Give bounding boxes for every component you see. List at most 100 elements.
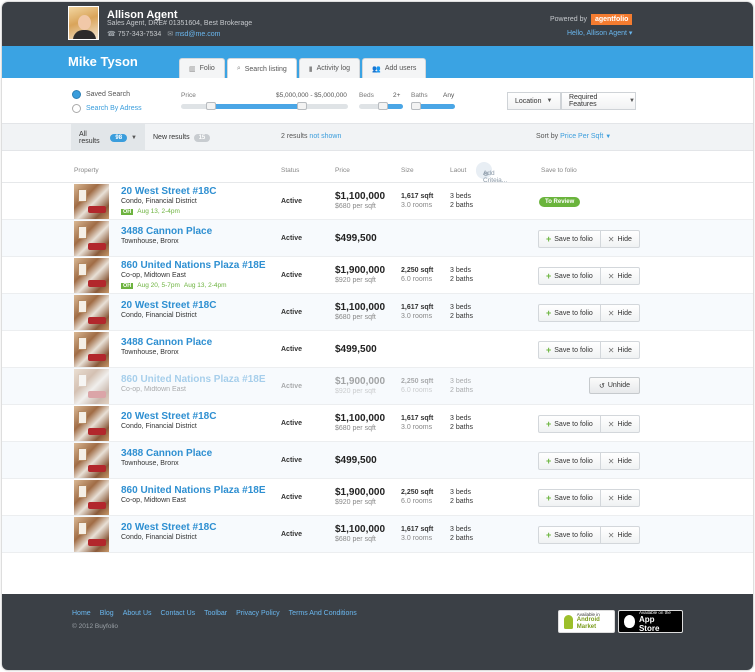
save-to-folio-button[interactable]: + Save to folio: [539, 527, 600, 543]
chart-icon: ▮: [308, 65, 313, 73]
listing-title-link[interactable]: 860 United Nations Plaza #18E: [121, 260, 266, 271]
listing-price: $499,500: [335, 455, 377, 466]
listing-photo[interactable]: [74, 332, 109, 367]
listing-title-link[interactable]: 20 West Street #18C: [121, 300, 216, 311]
listing-photo[interactable]: [74, 369, 109, 404]
listing-size: 2,250 sqft: [401, 267, 434, 274]
col-size[interactable]: Size: [401, 167, 414, 174]
hide-button[interactable]: ✕ Hide: [599, 453, 639, 469]
to-review-badge[interactable]: To Review: [539, 197, 581, 207]
table-row[interactable]: 860 United Nations Plaza #18E Co-op, Midt…: [2, 479, 753, 516]
listing-photo[interactable]: [74, 517, 109, 552]
tab-activity-log[interactable]: ▮ Activity log: [298, 58, 361, 78]
hide-button[interactable]: ✕ Hide: [599, 416, 639, 432]
listing-title-link[interactable]: 860 United Nations Plaza #18E: [121, 374, 266, 385]
col-status[interactable]: Status: [281, 167, 299, 174]
plus-icon: +: [546, 456, 552, 466]
main-tabs: ▥ Folio ⌕ Search listing ▮ Activity log 👥 Ad…: [179, 58, 427, 79]
footer-link-toolbar[interactable]: Toolbar: [204, 610, 227, 617]
footer-link-terms[interactable]: Terms And Conditions: [289, 610, 357, 617]
listing-status: Active: [281, 272, 303, 279]
footer-link-blog[interactable]: Blog: [100, 610, 114, 617]
listing-title-link[interactable]: 20 West Street #18C: [121, 522, 216, 533]
required-features-dropdown[interactable]: Required Features ▼: [561, 92, 636, 110]
app-store-badge[interactable]: Available on the App Store: [618, 610, 683, 633]
search-by-address-option[interactable]: Search By Adress: [72, 104, 142, 113]
save-to-folio-button[interactable]: + Save to folio: [539, 305, 600, 321]
save-to-folio-button[interactable]: + Save to folio: [539, 342, 600, 358]
listing-photo[interactable]: [74, 221, 109, 256]
listing-photo[interactable]: [74, 295, 109, 330]
apple-icon: [624, 615, 635, 628]
user-menu[interactable]: Hello, Allison Agent ▾: [567, 29, 632, 37]
tab-new-results[interactable]: New results 15: [145, 124, 218, 151]
add-criteria-button[interactable]: ⚙ Add Criteia...: [476, 162, 507, 184]
radio-selected[interactable]: [72, 90, 81, 99]
price-slider-min-handle[interactable]: [206, 102, 216, 110]
android-market-badge[interactable]: Available in Android Market: [558, 610, 615, 633]
listing-title-link[interactable]: 3488 Cannon Place: [121, 448, 212, 459]
hide-button[interactable]: ✕ Hide: [599, 342, 639, 358]
agentfolio-logo[interactable]: agentfolio: [590, 14, 633, 25]
listing-photo[interactable]: [74, 258, 109, 293]
caret-down-icon: ▼: [629, 98, 635, 104]
table-header: Property Status Price Size Laout ⚙ Add C…: [2, 159, 753, 184]
table-row[interactable]: 20 West Street #18C Condo, Financial Dist…: [2, 516, 753, 553]
listing-title-link[interactable]: 3488 Cannon Place: [121, 226, 212, 237]
search-icon: ⌕: [236, 65, 241, 72]
table-row[interactable]: 3488 Cannon Place Townhouse, Bronx Active $…: [2, 220, 753, 257]
table-row[interactable]: 3488 Cannon Place Townhouse, Bronx Active $…: [2, 442, 753, 479]
not-shown-link[interactable]: not shown: [309, 133, 341, 140]
baths-value: Any: [443, 92, 455, 99]
listing-photo[interactable]: [74, 443, 109, 478]
footer-link-about[interactable]: About Us: [123, 610, 152, 617]
price-slider-max-handle[interactable]: [297, 102, 307, 110]
agent-email-link[interactable]: ✉ msd@me.com: [167, 30, 220, 38]
listing-price: $1,100,000: [335, 302, 386, 313]
listing-price: $1,900,000: [335, 487, 386, 498]
col-layout[interactable]: Laout: [450, 167, 466, 174]
listing-status: Active: [281, 531, 303, 538]
footer-link-home[interactable]: Home: [72, 610, 91, 617]
tab-search-listing[interactable]: ⌕ Search listing: [226, 58, 297, 79]
listing-title-link[interactable]: 860 United Nations Plaza #18E: [121, 485, 266, 496]
col-price[interactable]: Price: [335, 167, 350, 174]
table-row[interactable]: 860 United Nations Plaza #18E Co-op, Midt…: [2, 257, 753, 294]
listing-title-link[interactable]: 3488 Cannon Place: [121, 337, 212, 348]
radio-unselected[interactable]: [72, 104, 81, 113]
price-per-sqft: $680 per sqft: [335, 536, 376, 543]
save-to-folio-button[interactable]: + Save to folio: [539, 416, 600, 432]
tab-all-results[interactable]: All results 98 ▼: [71, 124, 145, 151]
save-to-folio-button[interactable]: + Save to folio: [539, 453, 600, 469]
listing-type: Condo, Financial District: [121, 198, 197, 205]
unhide-button[interactable]: ↺ Unhide: [589, 377, 641, 394]
listing-title-link[interactable]: 20 West Street #18C: [121, 186, 216, 197]
hide-button[interactable]: ✕ Hide: [599, 527, 639, 543]
listing-photo[interactable]: [74, 406, 109, 441]
footer-link-contact[interactable]: Contact Us: [161, 610, 196, 617]
footer-link-privacy[interactable]: Privacy Policy: [236, 610, 280, 617]
tab-add-users[interactable]: 👥 Add users: [362, 58, 427, 78]
baths-slider-handle[interactable]: [411, 102, 421, 110]
hide-button[interactable]: ✕ Hide: [599, 490, 639, 506]
table-row[interactable]: 3488 Cannon Place Townhouse, Bronx Active $…: [2, 331, 753, 368]
tab-folio[interactable]: ▥ Folio: [179, 58, 225, 78]
listing-photo[interactable]: [74, 480, 109, 515]
table-row[interactable]: 20 West Street #18C Condo, Financial Dist…: [2, 294, 753, 331]
hide-button[interactable]: ✕ Hide: [599, 268, 639, 284]
save-to-folio-button[interactable]: + Save to folio: [539, 490, 600, 506]
listing-photo[interactable]: [74, 184, 109, 219]
save-to-folio-button[interactable]: + Save to folio: [539, 268, 600, 284]
beds-slider-handle[interactable]: [378, 102, 388, 110]
table-row[interactable]: 860 United Nations Plaza #18E Co-op, Midt…: [2, 368, 753, 405]
table-row[interactable]: 20 West Street #18C Condo, Financial Dist…: [2, 405, 753, 442]
sort-control[interactable]: Sort by Price Per Sqft ▼: [536, 133, 611, 140]
hide-button[interactable]: ✕ Hide: [599, 231, 639, 247]
location-dropdown[interactable]: Location ▼: [507, 92, 561, 110]
table-row[interactable]: 20 West Street #18C Condo, Financial Dist…: [2, 183, 753, 220]
hide-button[interactable]: ✕ Hide: [599, 305, 639, 321]
price-per-sqft: $680 per sqft: [335, 314, 376, 321]
saved-search-option[interactable]: Saved Search: [72, 90, 130, 99]
listing-title-link[interactable]: 20 West Street #18C: [121, 411, 216, 422]
save-to-folio-button[interactable]: + Save to folio: [539, 231, 600, 247]
